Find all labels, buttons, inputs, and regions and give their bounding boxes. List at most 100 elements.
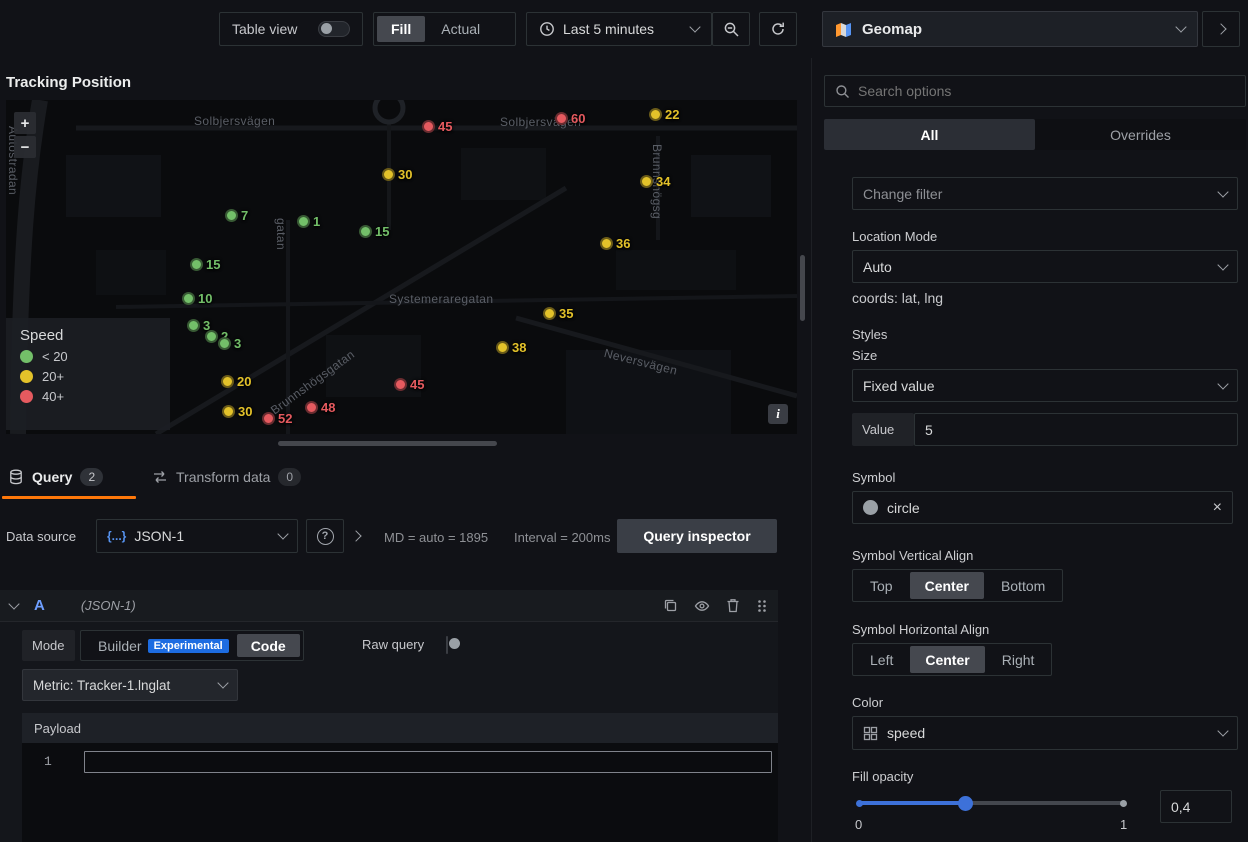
map-zoom-in-button[interactable]: + — [14, 112, 36, 134]
map-point[interactable]: 45 — [394, 377, 424, 392]
chevron-down-icon — [1217, 378, 1228, 389]
collapse-options-button[interactable] — [1202, 11, 1240, 47]
chevron-down-icon[interactable] — [8, 598, 19, 609]
symbol-value: circle — [887, 500, 920, 516]
panel-type-picker[interactable]: Geomap — [822, 11, 1198, 47]
clear-icon[interactable]: × — [1213, 499, 1222, 517]
halign-left-option[interactable]: Left — [855, 646, 908, 673]
circle-symbol-icon — [863, 500, 878, 515]
change-filter-label: Change filter — [863, 186, 942, 202]
map-point[interactable]: 60 — [555, 111, 585, 126]
map-point[interactable]: 22 — [649, 107, 679, 122]
magnifier-minus-icon — [723, 21, 740, 38]
query-inspector-button[interactable]: Query inspector — [617, 519, 777, 553]
slider-handle[interactable] — [958, 796, 973, 811]
refresh-button[interactable] — [759, 12, 797, 46]
map-point[interactable]: 38 — [496, 340, 526, 355]
tab-overrides[interactable]: Overrides — [1035, 119, 1246, 150]
hide-response-icon[interactable] — [694, 598, 710, 614]
map-point[interactable]: 30 — [222, 404, 252, 419]
tab-transform-data[interactable]: Transform data 0 — [152, 468, 301, 486]
mode-label: Mode — [22, 630, 75, 661]
query-row-header[interactable]: A (JSON-1) — [0, 590, 778, 622]
symbol-label: Symbol — [852, 470, 895, 485]
value-label: Value — [852, 413, 914, 446]
payload-code-area[interactable]: 1 — [22, 743, 778, 842]
geomap-icon — [835, 22, 852, 37]
vertical-scrollbar[interactable] — [800, 255, 805, 321]
map-point[interactable]: 10 — [182, 291, 212, 306]
fill-opacity-input[interactable] — [1160, 790, 1232, 823]
map-point[interactable]: 20 — [221, 374, 251, 389]
chevron-right-icon — [1215, 23, 1226, 34]
drag-handle-icon[interactable] — [756, 599, 768, 613]
map-point[interactable]: 15 — [359, 224, 389, 239]
size-value-input[interactable] — [914, 413, 1238, 446]
map-point[interactable]: 35 — [543, 306, 573, 321]
search-input[interactable] — [858, 83, 1235, 99]
valign-bottom-option[interactable]: Bottom — [986, 572, 1060, 599]
duplicate-icon[interactable] — [663, 598, 678, 613]
change-filter-select[interactable]: Change filter — [852, 177, 1238, 210]
map-point[interactable]: 1 — [297, 214, 320, 229]
map-point[interactable]: 52 — [262, 411, 292, 426]
street-label: gatan — [274, 218, 288, 250]
horizontal-scrollbar[interactable] — [278, 441, 497, 446]
tab-all[interactable]: All — [824, 119, 1035, 150]
chevron-down-icon — [689, 21, 700, 32]
halign-right-option[interactable]: Right — [987, 646, 1050, 673]
legend-item: 40+ — [20, 389, 156, 404]
transform-count-badge: 0 — [278, 468, 301, 486]
symbol-select[interactable]: circle × — [852, 491, 1233, 524]
actual-option[interactable]: Actual — [427, 16, 494, 42]
map-point[interactable]: 34 — [640, 174, 670, 189]
map-point[interactable]: 30 — [382, 167, 412, 182]
chevron-down-icon — [1217, 725, 1228, 736]
coords-hint: coords: lat, lng — [852, 290, 943, 306]
json-braces-icon: {...} — [107, 529, 126, 543]
map-point[interactable]: 7 — [225, 208, 248, 223]
location-mode-value: Auto — [863, 259, 892, 275]
geomap-canvas[interactable]: SolbjersvägenSolbjersvägenSystemeraregat… — [6, 100, 797, 434]
raw-query-label: Raw query — [362, 637, 424, 652]
table-view-control: Table view — [219, 12, 363, 46]
mode-group: Builder Experimental Code — [80, 630, 304, 661]
location-mode-select[interactable]: Auto — [852, 250, 1238, 283]
map-point[interactable]: 48 — [305, 400, 335, 415]
builder-mode-option[interactable]: Builder Experimental — [84, 634, 235, 657]
table-view-toggle[interactable] — [318, 21, 350, 37]
street-label: Solbjersvägen — [194, 114, 275, 128]
datasource-label: Data source — [6, 529, 76, 544]
tab-query[interactable]: Query 2 — [8, 468, 103, 486]
color-select[interactable]: speed — [852, 716, 1238, 750]
payload-input[interactable] — [84, 751, 772, 773]
fill-opacity-slider[interactable] — [856, 796, 1128, 812]
map-point[interactable]: 36 — [600, 236, 630, 251]
map-point[interactable]: 3 — [218, 336, 241, 351]
trash-icon[interactable] — [726, 598, 740, 613]
code-mode-option[interactable]: Code — [237, 634, 300, 657]
chevron-right-icon[interactable] — [350, 530, 361, 541]
legend-item: 20+ — [20, 369, 156, 384]
halign-center-option[interactable]: Center — [910, 646, 984, 673]
fill-option[interactable]: Fill — [377, 16, 425, 42]
datasource-picker[interactable]: {...} JSON-1 — [96, 519, 298, 553]
map-point[interactable]: 45 — [422, 119, 452, 134]
size-select[interactable]: Fixed value — [852, 369, 1238, 402]
builder-label: Builder — [98, 638, 142, 654]
size-label: Size — [852, 348, 877, 363]
metric-select[interactable]: Metric: Tracker-1.lnglat — [22, 669, 238, 701]
time-range-picker[interactable]: Last 5 minutes — [526, 12, 712, 46]
datasource-help-button[interactable]: ? — [306, 519, 344, 553]
styles-section-label: Styles — [852, 327, 887, 342]
valign-center-option[interactable]: Center — [910, 572, 984, 599]
legend-title: Speed — [20, 327, 156, 344]
legend-items: < 2020+40+ — [20, 349, 156, 404]
raw-query-toggle[interactable] — [446, 636, 448, 654]
map-attribution-button[interactable]: i — [768, 404, 788, 424]
valign-top-option[interactable]: Top — [855, 572, 908, 599]
map-point[interactable]: 15 — [190, 257, 220, 272]
zoom-out-time-button[interactable] — [712, 12, 750, 46]
slider-max-dot — [1120, 800, 1127, 807]
map-zoom-out-button[interactable]: − — [14, 136, 36, 158]
